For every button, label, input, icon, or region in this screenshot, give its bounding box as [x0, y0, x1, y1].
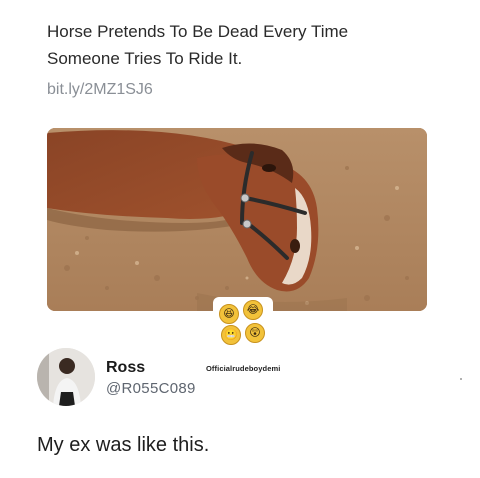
headline-line-2: Someone Tries To Ride It. — [47, 49, 243, 68]
headline-line-1: Horse Pretends To Be Dead Every Time — [47, 22, 349, 41]
watermark-text: Officialrudeboydemi — [206, 364, 281, 373]
user-name[interactable]: Ross — [106, 359, 145, 377]
reaction-badge: 😆 😂 😬 😲 — [213, 297, 273, 347]
divider-dot — [460, 378, 462, 380]
post-text: My ex was like this. — [37, 434, 210, 456]
avatar[interactable] — [37, 348, 95, 406]
person-icon — [37, 348, 95, 406]
shocked-face-icon: 😲 — [245, 323, 265, 343]
horse-illustration — [47, 128, 427, 311]
user-handle[interactable]: @R055C089 — [106, 380, 196, 397]
headline: Horse Pretends To Be Dead Every Time Som… — [47, 18, 427, 72]
crying-laughing-face-icon: 😂 — [243, 300, 263, 320]
laughing-face-icon: 😆 — [219, 304, 239, 324]
grimacing-face-icon: 😬 — [221, 325, 241, 345]
short-link[interactable]: bit.ly/2MZ1SJ6 — [47, 81, 153, 99]
horse-photo — [47, 128, 427, 311]
